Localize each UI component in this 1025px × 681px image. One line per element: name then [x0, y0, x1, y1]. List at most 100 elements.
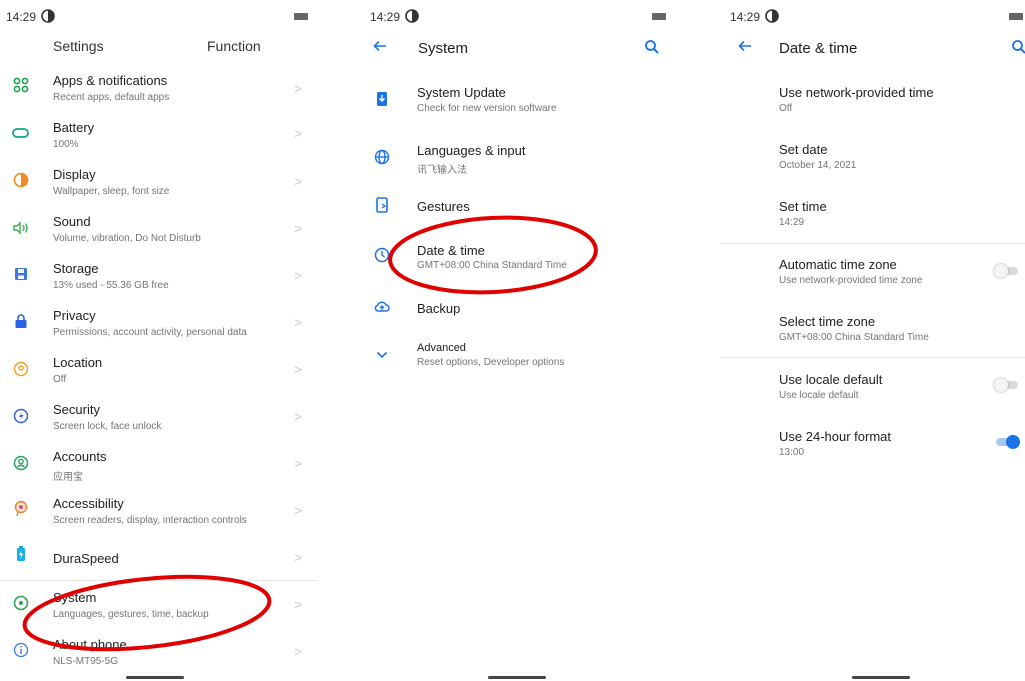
- chevron-right-icon: >: [294, 456, 302, 471]
- sound-icon: [11, 218, 31, 238]
- item-title: Languages & input: [417, 143, 526, 158]
- item-subtitle: Use network-provided time zone: [779, 275, 923, 286]
- item-subtitle: 100%: [53, 139, 79, 150]
- storage-icon: [11, 264, 31, 284]
- locale-default-toggle[interactable]: [994, 378, 1020, 392]
- settings-item-sound[interactable]: Sound Volume, vibration, Do Not Disturb …: [0, 212, 318, 258]
- item-subtitle: Use locale default: [779, 390, 859, 401]
- chevron-right-icon: >: [294, 221, 302, 236]
- settings-item-accounts[interactable]: Accounts 应用宝 >: [0, 447, 318, 493]
- date-time-toolbar: Date & time: [720, 38, 1025, 60]
- search-icon[interactable]: [1011, 39, 1025, 55]
- chevron-right-icon: >: [294, 503, 302, 518]
- duraspeed-icon: [11, 544, 31, 564]
- gesture-nav-bar[interactable]: [852, 676, 910, 679]
- item-title: Use network-provided time: [779, 85, 934, 100]
- system-item-advanced[interactable]: Advanced Reset options, Developer option…: [360, 340, 676, 380]
- setting-set-time[interactable]: Set time 14:29: [720, 198, 1025, 238]
- item-title: DuraSpeed: [53, 551, 119, 566]
- battery-status-icon: [1009, 13, 1023, 20]
- 24-hour-format-toggle[interactable]: [994, 435, 1020, 449]
- item-title: Advanced: [417, 342, 466, 354]
- system-item-languages-input[interactable]: Languages & input 讯飞输入法: [360, 142, 676, 186]
- highlight-ellipse: [388, 215, 598, 295]
- item-subtitle: 应用宝: [53, 472, 83, 483]
- chevron-right-icon: >: [294, 550, 302, 565]
- item-title: Battery: [53, 120, 95, 135]
- settings-tab[interactable]: Settings: [53, 38, 104, 54]
- item-subtitle: 14:29: [779, 217, 805, 228]
- accounts-icon: [11, 453, 31, 473]
- chevron-right-icon: >: [294, 315, 302, 330]
- system-item-system-update[interactable]: System Update Check for new version soft…: [360, 84, 676, 128]
- settings-item-accessibility[interactable]: Accessibility Screen readers, display, i…: [0, 494, 318, 540]
- gesture-nav-bar[interactable]: [488, 676, 546, 679]
- chevron-right-icon: >: [294, 174, 302, 189]
- status-bar: 14:29: [6, 8, 318, 28]
- highlight-ellipse: [22, 574, 272, 652]
- item-subtitle: Off: [53, 374, 67, 385]
- setting-select-time-zone[interactable]: Select time zone GMT+08:00 China Standar…: [720, 313, 1025, 353]
- divider: [720, 357, 1025, 358]
- item-title: Privacy: [53, 308, 96, 323]
- item-title: Select time zone: [779, 314, 876, 329]
- notification-icon: [405, 9, 419, 23]
- item-title: Sound: [53, 214, 91, 229]
- status-bar: 14:29: [730, 8, 1025, 28]
- back-arrow-icon[interactable]: [372, 38, 388, 54]
- setting-use-locale-default[interactable]: Use locale default Use locale default: [720, 371, 1025, 411]
- settings-item-location[interactable]: Location Off >: [0, 353, 318, 399]
- item-subtitle: Screen readers, display, interaction con…: [53, 515, 247, 526]
- item-subtitle: Recent apps, default apps: [53, 92, 170, 103]
- privacy-icon: [11, 311, 31, 331]
- settings-item-security[interactable]: Security Screen lock, face unlock >: [0, 400, 318, 446]
- item-title: Security: [53, 402, 100, 417]
- back-arrow-icon[interactable]: [737, 38, 753, 54]
- divider: [720, 243, 1025, 244]
- chevron-right-icon: >: [294, 126, 302, 141]
- item-subtitle: 13:00: [779, 447, 805, 458]
- item-subtitle: October 14, 2021: [779, 160, 857, 171]
- display-icon: [11, 170, 31, 190]
- chevron-right-icon: >: [294, 268, 302, 283]
- security-icon: [11, 406, 31, 426]
- item-title: Use locale default: [779, 372, 883, 387]
- date-time-screen: 14:29 Date & time Use network-provided t…: [720, 0, 1025, 681]
- system-item-backup[interactable]: Backup: [360, 297, 676, 327]
- item-subtitle: Reset options, Developer options: [417, 357, 565, 368]
- chevron-right-icon: >: [294, 597, 302, 612]
- system-screen: 14:29 System System Update Check for new…: [360, 0, 676, 681]
- search-icon[interactable]: [644, 39, 660, 55]
- setting-network-time[interactable]: Use network-provided time Off: [720, 84, 1025, 124]
- item-subtitle: Off: [779, 103, 793, 114]
- item-title: Set date: [779, 142, 828, 157]
- item-subtitle: Wallpaper, sleep, font size: [53, 186, 170, 197]
- settings-item-storage[interactable]: Storage 13% used - 55.36 GB free >: [0, 259, 318, 305]
- status-time: 14:29: [730, 10, 761, 24]
- item-title: Apps & notifications: [53, 73, 168, 88]
- automatic-time-zone-toggle[interactable]: [994, 264, 1020, 278]
- status-time: 14:29: [370, 10, 401, 24]
- item-subtitle: Check for new version software: [417, 103, 557, 114]
- setting-24-hour-format[interactable]: Use 24-hour format 13:00: [720, 428, 1025, 468]
- gesture-nav-bar[interactable]: [126, 676, 184, 679]
- chevron-down-icon: [374, 347, 390, 363]
- settings-item-battery[interactable]: Battery 100% >: [0, 118, 318, 164]
- function-tab[interactable]: Function: [207, 38, 261, 54]
- backup-icon: [374, 299, 390, 315]
- item-subtitle: Permissions, account activity, personal …: [53, 327, 247, 338]
- globe-icon: [374, 149, 390, 165]
- page-title: Date & time: [779, 40, 858, 57]
- settings-item-privacy[interactable]: Privacy Permissions, account activity, p…: [0, 306, 318, 352]
- item-title: Display: [53, 167, 96, 182]
- item-subtitle: 13% used - 55.36 GB free: [53, 280, 169, 291]
- settings-item-display[interactable]: Display Wallpaper, sleep, font size >: [0, 165, 318, 211]
- item-subtitle: GMT+08:00 China Standard Time: [779, 332, 929, 343]
- battery-status-icon: [294, 13, 308, 20]
- item-title: Storage: [53, 261, 99, 276]
- settings-item-apps-notifications[interactable]: Apps & notifications Recent apps, defaul…: [0, 71, 318, 117]
- status-time: 14:29: [6, 10, 37, 24]
- chevron-right-icon: >: [294, 81, 302, 96]
- setting-automatic-time-zone[interactable]: Automatic time zone Use network-provided…: [720, 256, 1025, 296]
- setting-set-date[interactable]: Set date October 14, 2021: [720, 141, 1025, 181]
